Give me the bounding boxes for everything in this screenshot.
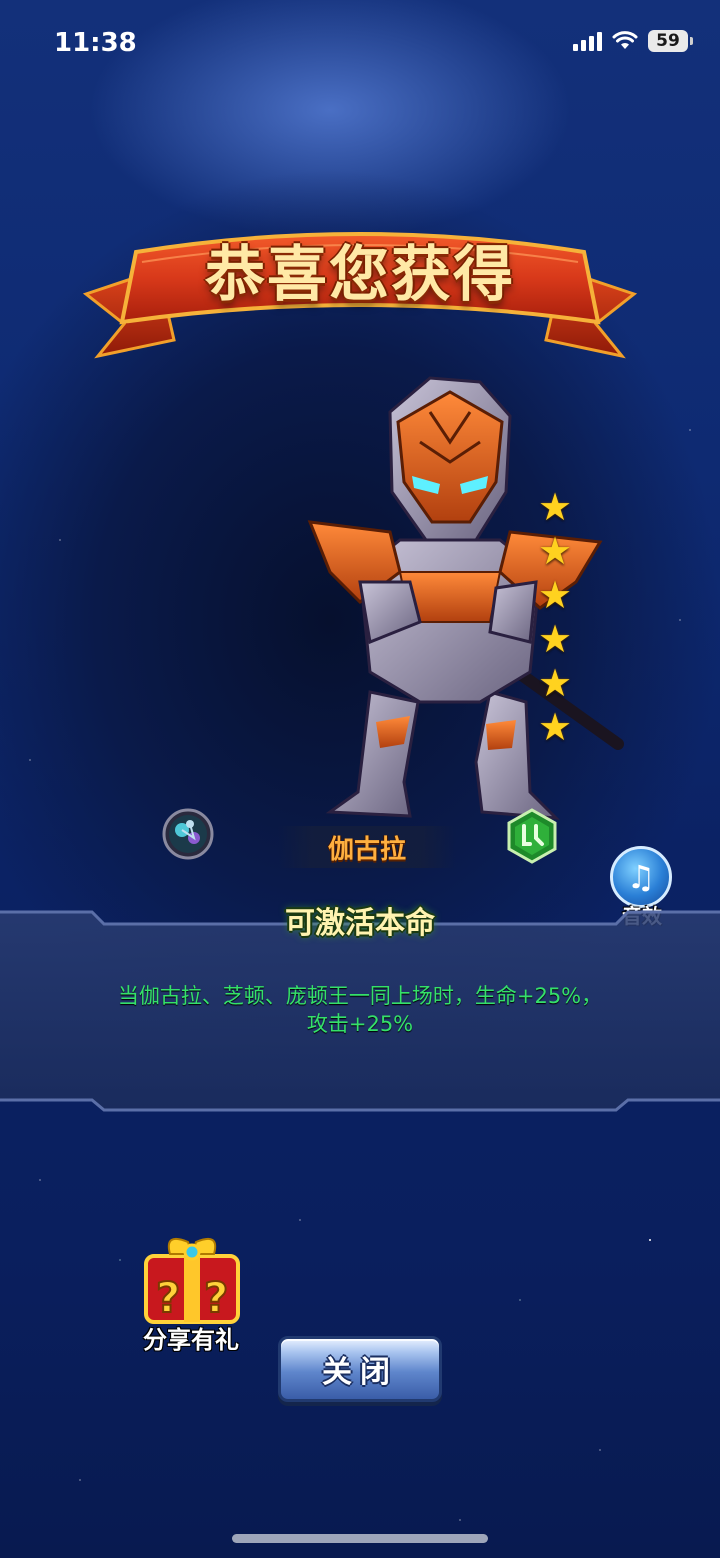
hero-name: 伽古拉 [327, 834, 406, 865]
bond-description-line: 当伽古拉、芝顿、庞顿王一同上场时，生命+25%， [117, 984, 603, 1008]
hero-name-plate: 伽古拉 [278, 826, 456, 868]
faction-badge-icon [507, 808, 557, 864]
svg-text:?: ? [204, 1273, 228, 1322]
status-time: 11:38 [54, 28, 137, 58]
share-gift-button[interactable]: ? ? 分享有礼 [130, 1228, 252, 1354]
star-icon: ★ [537, 485, 573, 529]
star-icon: ★ [537, 617, 573, 661]
close-button-label: 关闭 [322, 1355, 398, 1390]
bond-description: 当伽古拉、芝顿、庞顿王一同上场时，生命+25%， 攻击+25% [40, 982, 680, 1038]
bond-title: 可激活本命 [285, 906, 435, 941]
wifi-icon [612, 31, 638, 49]
svg-text:?: ? [156, 1273, 180, 1322]
hero-star-rating: ★ ★ ★ ★ ★ ★ [536, 488, 574, 746]
home-indicator[interactable] [232, 1534, 488, 1543]
cellular-signal-icon [573, 31, 602, 51]
hero-portrait [307, 376, 624, 820]
bond-description-line: 攻击+25% [306, 1012, 414, 1036]
attribute-orb-icon [162, 808, 214, 860]
gift-box-icon: ? ? [144, 1238, 240, 1324]
status-icons: 59 [573, 30, 693, 52]
battery-icon: 59 [648, 30, 693, 52]
congrats-banner: 恭喜您获得 [82, 222, 638, 362]
star-icon: ★ [537, 573, 573, 617]
star-icon: ★ [537, 661, 573, 705]
star-icon: ★ [537, 705, 573, 749]
star-icon: ★ [537, 529, 573, 573]
share-gift-label: 分享有礼 [143, 1326, 239, 1354]
banner-title: 恭喜您获得 [205, 240, 515, 310]
close-button[interactable]: 关闭 [278, 1336, 442, 1402]
